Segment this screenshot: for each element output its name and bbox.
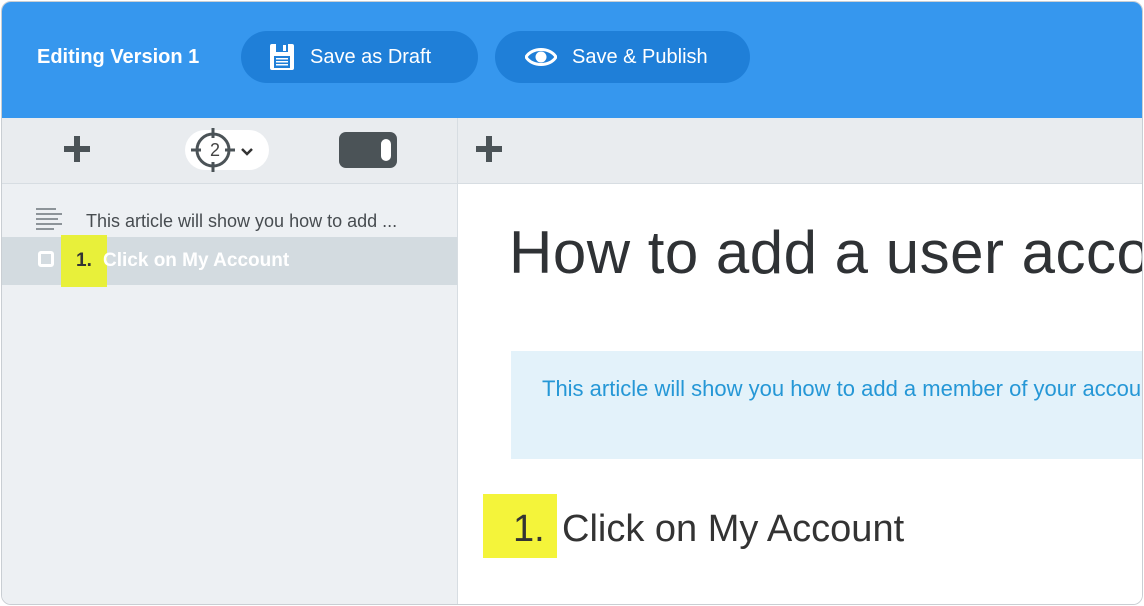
article-intro-text: This article will show you how to add a … xyxy=(542,376,1142,401)
article-panel: How to add a user acco This article will… xyxy=(458,118,1142,604)
editor-header: Editing Version 1 Save as Draft Save & P… xyxy=(2,2,1142,118)
toggle-knob xyxy=(381,139,391,161)
outline-intro-text: This article will show you how to add ..… xyxy=(86,211,398,231)
step-heading-text: Click on My Account xyxy=(562,508,905,550)
step-heading-number: 1. xyxy=(513,508,545,550)
save-as-draft-button[interactable]: Save as Draft xyxy=(241,31,478,83)
floppy-disk-icon xyxy=(269,43,295,71)
outline-step-number: 1. xyxy=(76,250,92,271)
eye-icon xyxy=(525,46,557,68)
step-checkbox[interactable] xyxy=(38,251,54,267)
plus-icon xyxy=(62,134,92,169)
target-count: 2 xyxy=(209,140,220,160)
outline-step-item[interactable]: 1. Click on My Account xyxy=(2,235,457,287)
outline-toolbar: 2 xyxy=(2,118,457,184)
app-window: Editing Version 1 Save as Draft Save & P… xyxy=(1,1,1143,605)
chevron-down-icon xyxy=(241,144,253,162)
outline-panel: 2 This article will show you how to add … xyxy=(2,118,458,604)
plus-icon xyxy=(474,134,504,169)
article-title[interactable]: How to add a user acco xyxy=(509,218,1142,287)
paragraph-lines-icon xyxy=(36,207,64,238)
toggle-switch[interactable] xyxy=(339,132,397,168)
version-title: Editing Version 1 xyxy=(37,46,200,68)
step-heading[interactable]: 1. Click on My Account xyxy=(483,494,1083,558)
outline-step-label: Click on My Account xyxy=(103,250,290,271)
article-toolbar xyxy=(458,118,1142,184)
save-and-publish-button[interactable]: Save & Publish xyxy=(495,31,750,83)
add-step-button[interactable] xyxy=(60,134,94,168)
add-content-button[interactable] xyxy=(472,134,506,168)
article-intro-box[interactable]: This article will show you how to add a … xyxy=(511,351,1142,459)
outline-intro-item[interactable]: This article will show you how to add ..… xyxy=(2,202,457,238)
save-and-publish-label: Save & Publish xyxy=(572,45,708,68)
save-as-draft-label: Save as Draft xyxy=(310,45,432,68)
target-count-dropdown[interactable]: 2 xyxy=(185,128,269,172)
